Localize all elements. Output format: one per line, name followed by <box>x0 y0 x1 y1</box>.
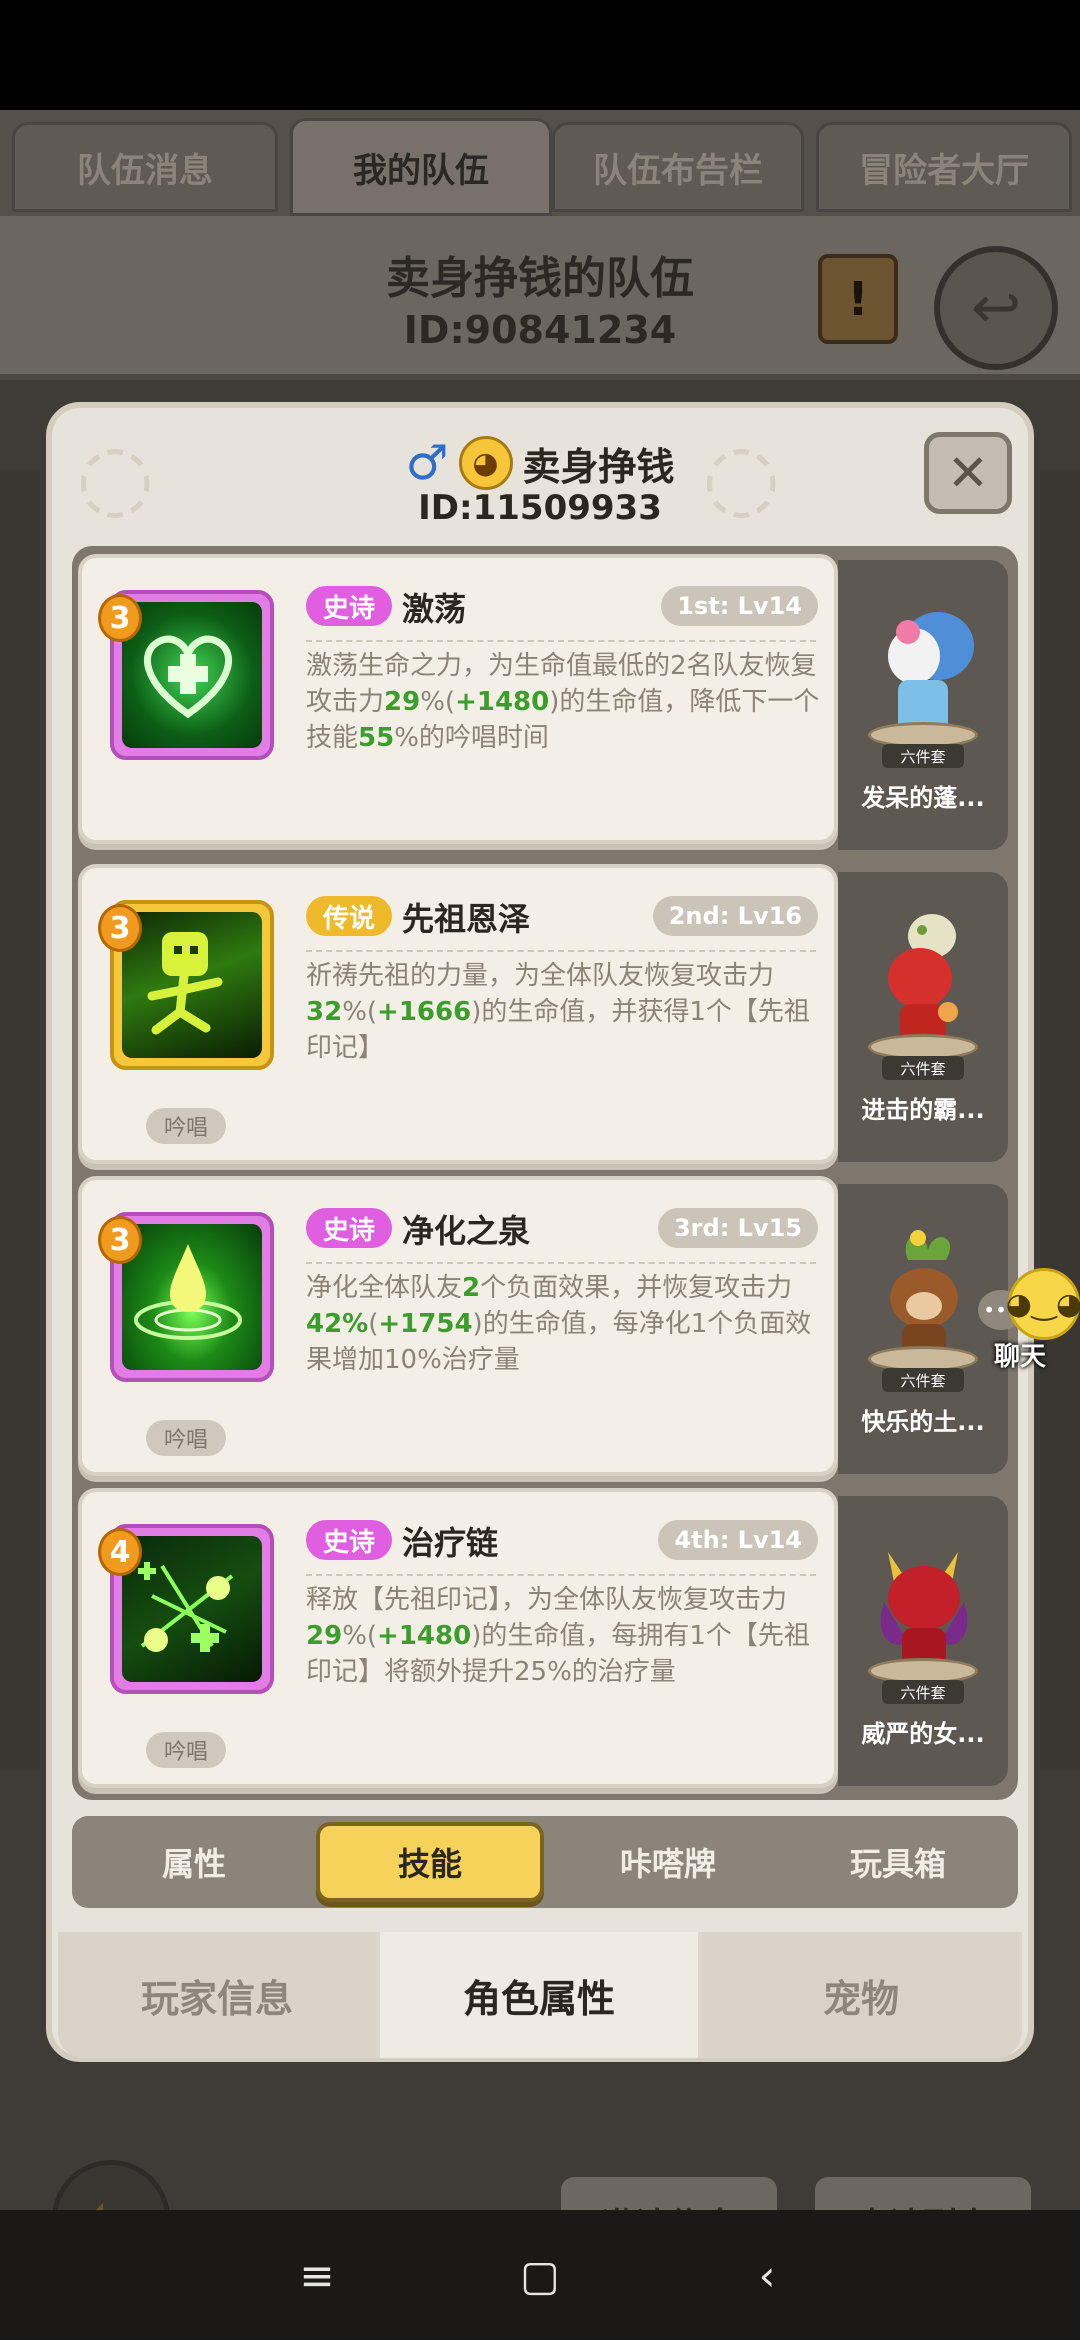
player-detail-modal: ◌ ◌ ♂ ◕ 卖身挣钱 ID:11509933 ✕ 3 史诗 激荡 1st: … <box>46 402 1034 2062</box>
skill-name: 治疗链 <box>402 1524 499 1562</box>
tab-pets[interactable]: 宠物 <box>702 1932 1020 2058</box>
male-icon: ♂ <box>405 435 449 491</box>
skill-level-badge: 3 <box>98 904 142 952</box>
chant-tag: 吟唱 <box>146 1108 226 1144</box>
chat-button[interactable]: ••• ◕‿◕ 聊天 <box>978 1268 1080 1372</box>
divider <box>306 1262 816 1264</box>
skill-slot-badge: 3rd: Lv15 <box>657 1208 818 1248</box>
set-badge: 六件套 <box>882 1056 964 1080</box>
rarity-badge: 史诗 <box>306 1208 392 1248</box>
divider <box>306 640 816 642</box>
bottom-tab-bar: 玩家信息 角色属性 宠物 <box>58 1932 1022 2058</box>
skill-level-badge: 3 <box>98 594 142 642</box>
detail-tab-bar: 属性 技能 咔嗒牌 玩具箱 <box>72 1816 1018 1908</box>
menu-icon[interactable]: ≡ <box>282 2240 352 2310</box>
heal-chain-icon <box>122 1536 262 1682</box>
costume-name: 进击的霸... <box>861 1096 985 1124</box>
divider <box>306 1574 816 1576</box>
skill-slot-badge: 1st: Lv14 <box>661 586 818 626</box>
background-panel-right <box>1040 470 1080 1770</box>
background-panel-left <box>0 470 40 1770</box>
chant-tag: 吟唱 <box>146 1732 226 1768</box>
costume-name: 威严的女... <box>861 1720 985 1748</box>
heart-heal-icon <box>122 602 262 748</box>
tab-toy-box[interactable]: 玩具箱 <box>788 1816 1008 1908</box>
tab-player-info[interactable]: 玩家信息 <box>58 1932 376 2058</box>
tab-skills[interactable]: 技能 <box>316 1822 544 1902</box>
ancestor-blessing-icon <box>122 912 262 1058</box>
costume-name: 快乐的土... <box>861 1408 985 1436</box>
skill-description: 祈祷先祖的力量，为全体队友恢复攻击力 32%(+1666)的生命值，并获得1个【先… <box>306 961 810 1063</box>
set-badge: 六件套 <box>882 744 964 768</box>
skill-card-3[interactable]: 3 吟唱 史诗 净化之泉 3rd: Lv15 净化全体队友2个负面效果，并恢复攻… <box>78 1176 838 1476</box>
skill-name: 激荡 <box>402 590 467 628</box>
tab-adventurer-hall[interactable]: 冒险者大厅 <box>816 122 1072 212</box>
chant-tag: 吟唱 <box>146 1420 226 1456</box>
skill-card-2[interactable]: 3 吟唱 传说 先祖恩泽 2nd: Lv16 祈祷先祖的力量，为全体队友恢复攻击… <box>78 864 838 1164</box>
costume-name: 发呆的蓬... <box>861 784 985 812</box>
costume-card-4[interactable]: 六件套 威严的女... <box>838 1496 1008 1786</box>
skill-slot-badge: 4th: Lv14 <box>658 1520 818 1560</box>
status-bar <box>0 0 1080 110</box>
tab-kada-cards[interactable]: 咔嗒牌 <box>558 1816 778 1908</box>
top-tab-bar: 队伍消息 我的队伍 队伍布告栏 冒险者大厅 <box>0 110 1080 216</box>
team-name: 卖身挣钱的队伍 <box>386 253 694 304</box>
costume-card-2[interactable]: 六件套 进击的霸... <box>838 872 1008 1162</box>
team-header: 卖身挣钱的队伍 ID:90841234 ! ↩ <box>0 216 1080 380</box>
set-badge: 六件套 <box>882 1680 964 1704</box>
player-name: 卖身挣钱 <box>522 444 675 489</box>
purify-spring-icon <box>122 1224 262 1370</box>
team-id: ID:90841234 <box>403 308 677 352</box>
skill-slot-badge: 2nd: Lv16 <box>652 896 818 936</box>
tab-character-attributes[interactable]: 角色属性 <box>380 1932 698 2058</box>
skill-description: 净化全体队友2个负面效果，并恢复攻击力42%(+1754)的生命值，每净化1个负… <box>306 1273 812 1375</box>
skill-card-1[interactable]: 3 史诗 激荡 1st: Lv14 激荡生命之力，为生命值最低的2名队友恢复攻击… <box>78 554 838 844</box>
notice-scroll-icon[interactable]: ! <box>818 254 898 344</box>
skill-name: 净化之泉 <box>402 1212 531 1250</box>
skill-name: 先祖恩泽 <box>402 900 531 938</box>
skill-card-4[interactable]: 4 吟唱 史诗 治疗链 4th: Lv14 释放【先祖印记】，为全体队友恢复攻击… <box>78 1488 838 1788</box>
avatar[interactable]: ◕ <box>458 436 513 490</box>
system-nav-bar: ≡ ▢ ‹ <box>0 2210 1080 2340</box>
skills-panel: 3 史诗 激荡 1st: Lv14 激荡生命之力，为生命值最低的2名队友恢复攻击… <box>72 546 1018 1800</box>
rarity-badge: 史诗 <box>306 1520 392 1560</box>
skill-level-badge: 4 <box>98 1528 142 1576</box>
tab-team-messages[interactable]: 队伍消息 <box>12 122 278 212</box>
back-chevron-icon[interactable]: ‹ <box>732 2240 802 2310</box>
tab-attributes[interactable]: 属性 <box>84 1816 304 1908</box>
chat-face-icon: ◕‿◕ <box>1006 1268 1080 1340</box>
set-badge: 六件套 <box>882 1368 964 1392</box>
tab-team-board[interactable]: 队伍布告栏 <box>552 122 804 212</box>
close-button[interactable]: ✕ <box>924 432 1012 514</box>
skill-description: 激荡生命之力，为生命值最低的2名队友恢复攻击力29%(+1480)的生命值，降低… <box>306 651 820 753</box>
tab-my-team[interactable]: 我的队伍 <box>290 118 552 216</box>
chat-label: 聊天 <box>994 1342 1047 1372</box>
player-id: ID:11509933 <box>418 488 662 528</box>
divider <box>306 950 816 952</box>
rarity-badge: 史诗 <box>306 586 392 626</box>
exit-team-icon[interactable]: ↩ <box>934 246 1058 370</box>
rarity-badge: 传说 <box>306 896 392 936</box>
costume-card-1[interactable]: 六件套 发呆的蓬... <box>838 560 1008 850</box>
skill-level-badge: 3 <box>98 1216 142 1264</box>
skill-description: 释放【先祖印记】，为全体队友恢复攻击力29%(+1480)的生命值，每拥有1个【… <box>306 1585 810 1687</box>
home-square-icon[interactable]: ▢ <box>505 2240 575 2310</box>
